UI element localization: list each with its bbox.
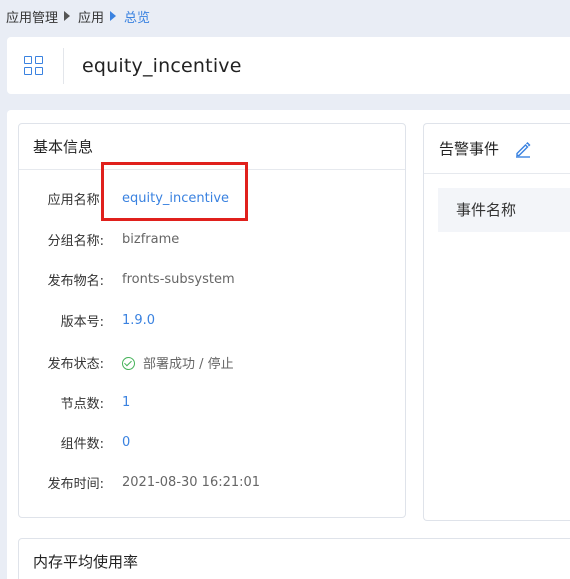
alert-events-header: 告警事件 (424, 124, 570, 174)
alert-events-title: 告警事件 (439, 139, 500, 158)
node-count-link[interactable]: 1 (122, 395, 130, 410)
breadcrumb-overview: 总览 (124, 10, 151, 26)
info-label: 发布状态: (47, 356, 104, 372)
event-name-column-header: 事件名称 (438, 188, 570, 232)
info-row-artifact: 发布物名: fronts-subsystem (19, 269, 399, 289)
info-row-components: 组件数: 0 (19, 432, 399, 452)
info-row-nodes: 节点数: 1 (19, 392, 399, 412)
basic-info-title: 基本信息 (19, 124, 405, 170)
info-value: bizframe (122, 231, 180, 247)
version-link[interactable]: 1.9.0 (122, 313, 155, 328)
memory-usage-title: 内存平均使用率 (33, 553, 139, 571)
page-header: equity_incentive (7, 37, 570, 94)
edit-icon[interactable] (514, 140, 532, 158)
app-name-link[interactable]: equity_incentive (122, 191, 229, 206)
info-value: 2021-08-30 16:21:01 (122, 474, 261, 490)
check-circle-icon (122, 356, 135, 370)
info-value: fronts-subsystem (122, 271, 235, 287)
header-divider (63, 47, 64, 84)
status-value: 部署成功 / 停止 (122, 353, 234, 372)
app-grid-icon (24, 55, 44, 76)
page-title: equity_incentive (82, 54, 242, 77)
basic-info-card: 基本信息 应用名称: equity_incentive 分组名称: bizfra… (18, 123, 406, 518)
info-label: 发布物名: (47, 273, 104, 289)
caret-right-icon (110, 11, 117, 21)
info-label: 节点数: (60, 396, 104, 412)
breadcrumb-app-management[interactable]: 应用管理 (6, 7, 58, 26)
status-text: 部署成功 / 停止 (143, 356, 234, 372)
caret-right-icon (64, 11, 71, 21)
info-label: 版本号: (60, 314, 104, 330)
info-label: 应用名称: (47, 192, 104, 208)
alert-events-card: 告警事件 事件名称 (423, 123, 570, 521)
info-label: 组件数: (60, 436, 104, 452)
info-row-status: 发布状态: 部署成功 / 停止 (19, 352, 399, 372)
info-row-group-name: 分组名称: bizframe (19, 229, 399, 249)
breadcrumb-app[interactable]: 应用 (78, 7, 104, 26)
info-row-version: 版本号: 1.9.0 (19, 310, 399, 330)
info-row-app-name: 应用名称: equity_incentive (19, 188, 399, 208)
info-label: 发布时间: (47, 476, 104, 492)
info-label: 分组名称: (47, 233, 104, 249)
info-row-publish-time: 发布时间: 2021-08-30 16:21:01 (19, 472, 399, 492)
memory-usage-card: 内存平均使用率 (18, 538, 570, 579)
breadcrumb: 应用管理 应用 总览 (6, 6, 150, 26)
component-count-link[interactable]: 0 (122, 435, 130, 450)
